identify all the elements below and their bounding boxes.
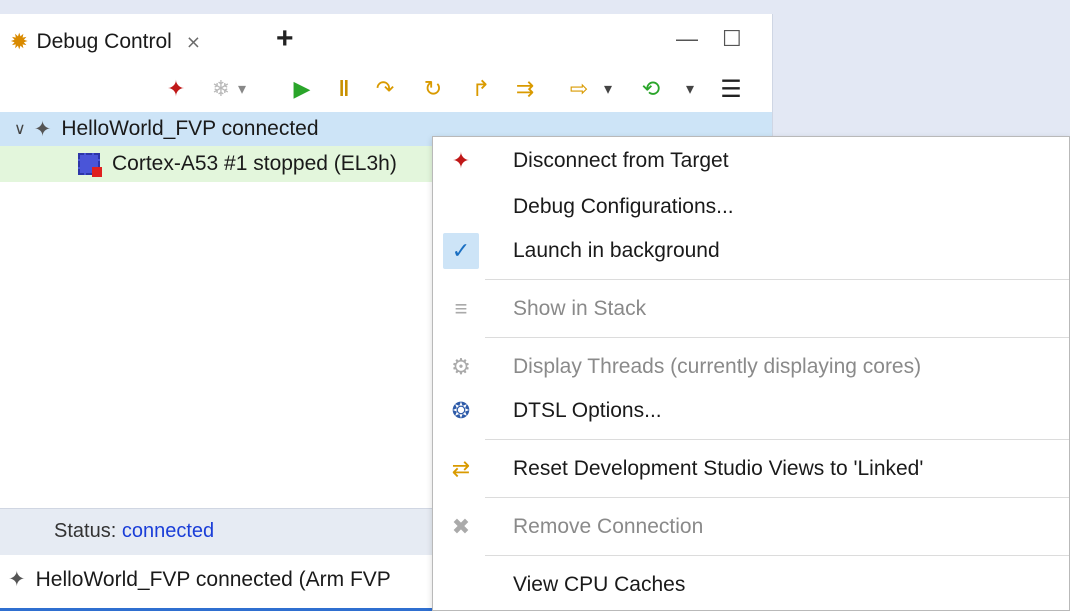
interrupt-icon[interactable]: ‖ (330, 74, 358, 104)
cpu-core-icon (78, 153, 102, 177)
menu-item-view-cpu-caches[interactable]: View CPU Caches (433, 563, 1069, 607)
checkmark-icon: ✓ (443, 233, 479, 269)
disconnect-icon[interactable]: ✦ (160, 74, 192, 104)
sync-dropdown-icon[interactable]: ▾ (682, 74, 698, 104)
menu-icon[interactable]: ☰ (716, 74, 746, 104)
connect-icon[interactable]: ❄ (208, 74, 234, 104)
run-to-dropdown-icon[interactable]: ▾ (600, 74, 616, 104)
menu-item-remove-connection[interactable]: ✖ Remove Connection (433, 505, 1069, 549)
tab-label: Debug Control (36, 30, 172, 53)
menu-separator (485, 497, 1069, 498)
menu-item-show-in-stack[interactable]: ≡ Show in Stack (433, 287, 1069, 331)
menu-item-debug-configurations[interactable]: Debug Configurations... (433, 185, 1069, 229)
link-views-icon: ⇄ (451, 456, 471, 481)
chevron-down-icon[interactable]: ∨ (14, 119, 26, 139)
debug-toolbar: ✦ ❄ ▾ ▶ ‖ ↷ ↻ ↱ ⇉ ⇨ ▾ ⟲ ▾ ☰ (0, 66, 772, 113)
window-top-strip (0, 0, 772, 14)
dtsl-icon: ❂ (451, 398, 471, 423)
context-menu: ✦ Disconnect from Target Debug Configura… (432, 136, 1070, 611)
threads-icon: ⚙ (451, 354, 471, 379)
bug-icon: ✹ (10, 29, 29, 54)
remove-icon: ✖ (451, 514, 471, 539)
maximize-icon[interactable]: ☐ (722, 26, 742, 52)
tab-debug-control[interactable]: ✹ Debug Control ⨯ (10, 26, 201, 58)
menu-separator (485, 337, 1069, 338)
stack-icon: ≡ (454, 296, 468, 321)
continue-icon[interactable]: ▶ (288, 74, 316, 104)
menu-item-disconnect[interactable]: ✦ Disconnect from Target (433, 139, 1069, 183)
step-over-icon[interactable]: ↻ (418, 74, 448, 104)
sync-icon[interactable]: ⟲ (636, 74, 666, 104)
connection-summary-text: HelloWorld_FVP connected (Arm FVP (35, 567, 391, 591)
step-out-icon[interactable]: ↱ (466, 74, 496, 104)
step-instruction-icon[interactable]: ⇉ (510, 74, 540, 104)
menu-item-reset-views[interactable]: ⇄ Reset Development Studio Views to 'Lin… (433, 447, 1069, 491)
connection-label: HelloWorld_FVP connected (61, 117, 319, 140)
connect-dropdown-icon[interactable]: ▾ (234, 74, 250, 104)
run-to-icon[interactable]: ⇨ (562, 74, 596, 104)
step-into-icon[interactable]: ↷ (370, 74, 400, 104)
core-label: Cortex-A53 #1 stopped (EL3h) (112, 152, 397, 175)
disconnect-icon: ✦ (451, 148, 471, 173)
menu-separator (485, 279, 1069, 280)
connection-icon: ✦ (33, 117, 52, 141)
menu-separator (485, 555, 1069, 556)
tree-row-core[interactable]: Cortex-A53 #1 stopped (EL3h) (0, 146, 442, 182)
menu-item-display-threads[interactable]: ⚙ Display Threads (currently displaying … (433, 345, 1069, 389)
menu-separator (485, 439, 1069, 440)
menu-item-dtsl-options[interactable]: ❂ DTSL Options... (433, 389, 1069, 433)
close-icon[interactable]: ⨯ (186, 32, 201, 53)
minimize-icon[interactable]: — (676, 26, 698, 52)
status-label: Status: (54, 520, 117, 542)
connection-icon: ✦ (8, 568, 26, 591)
new-view-button[interactable]: + (276, 24, 294, 54)
status-value[interactable]: connected (122, 520, 214, 542)
view-tab-bar: ✹ Debug Control ⨯ + — ☐ (0, 14, 772, 66)
menu-item-launch-in-background[interactable]: ✓ Launch in background (433, 229, 1069, 273)
